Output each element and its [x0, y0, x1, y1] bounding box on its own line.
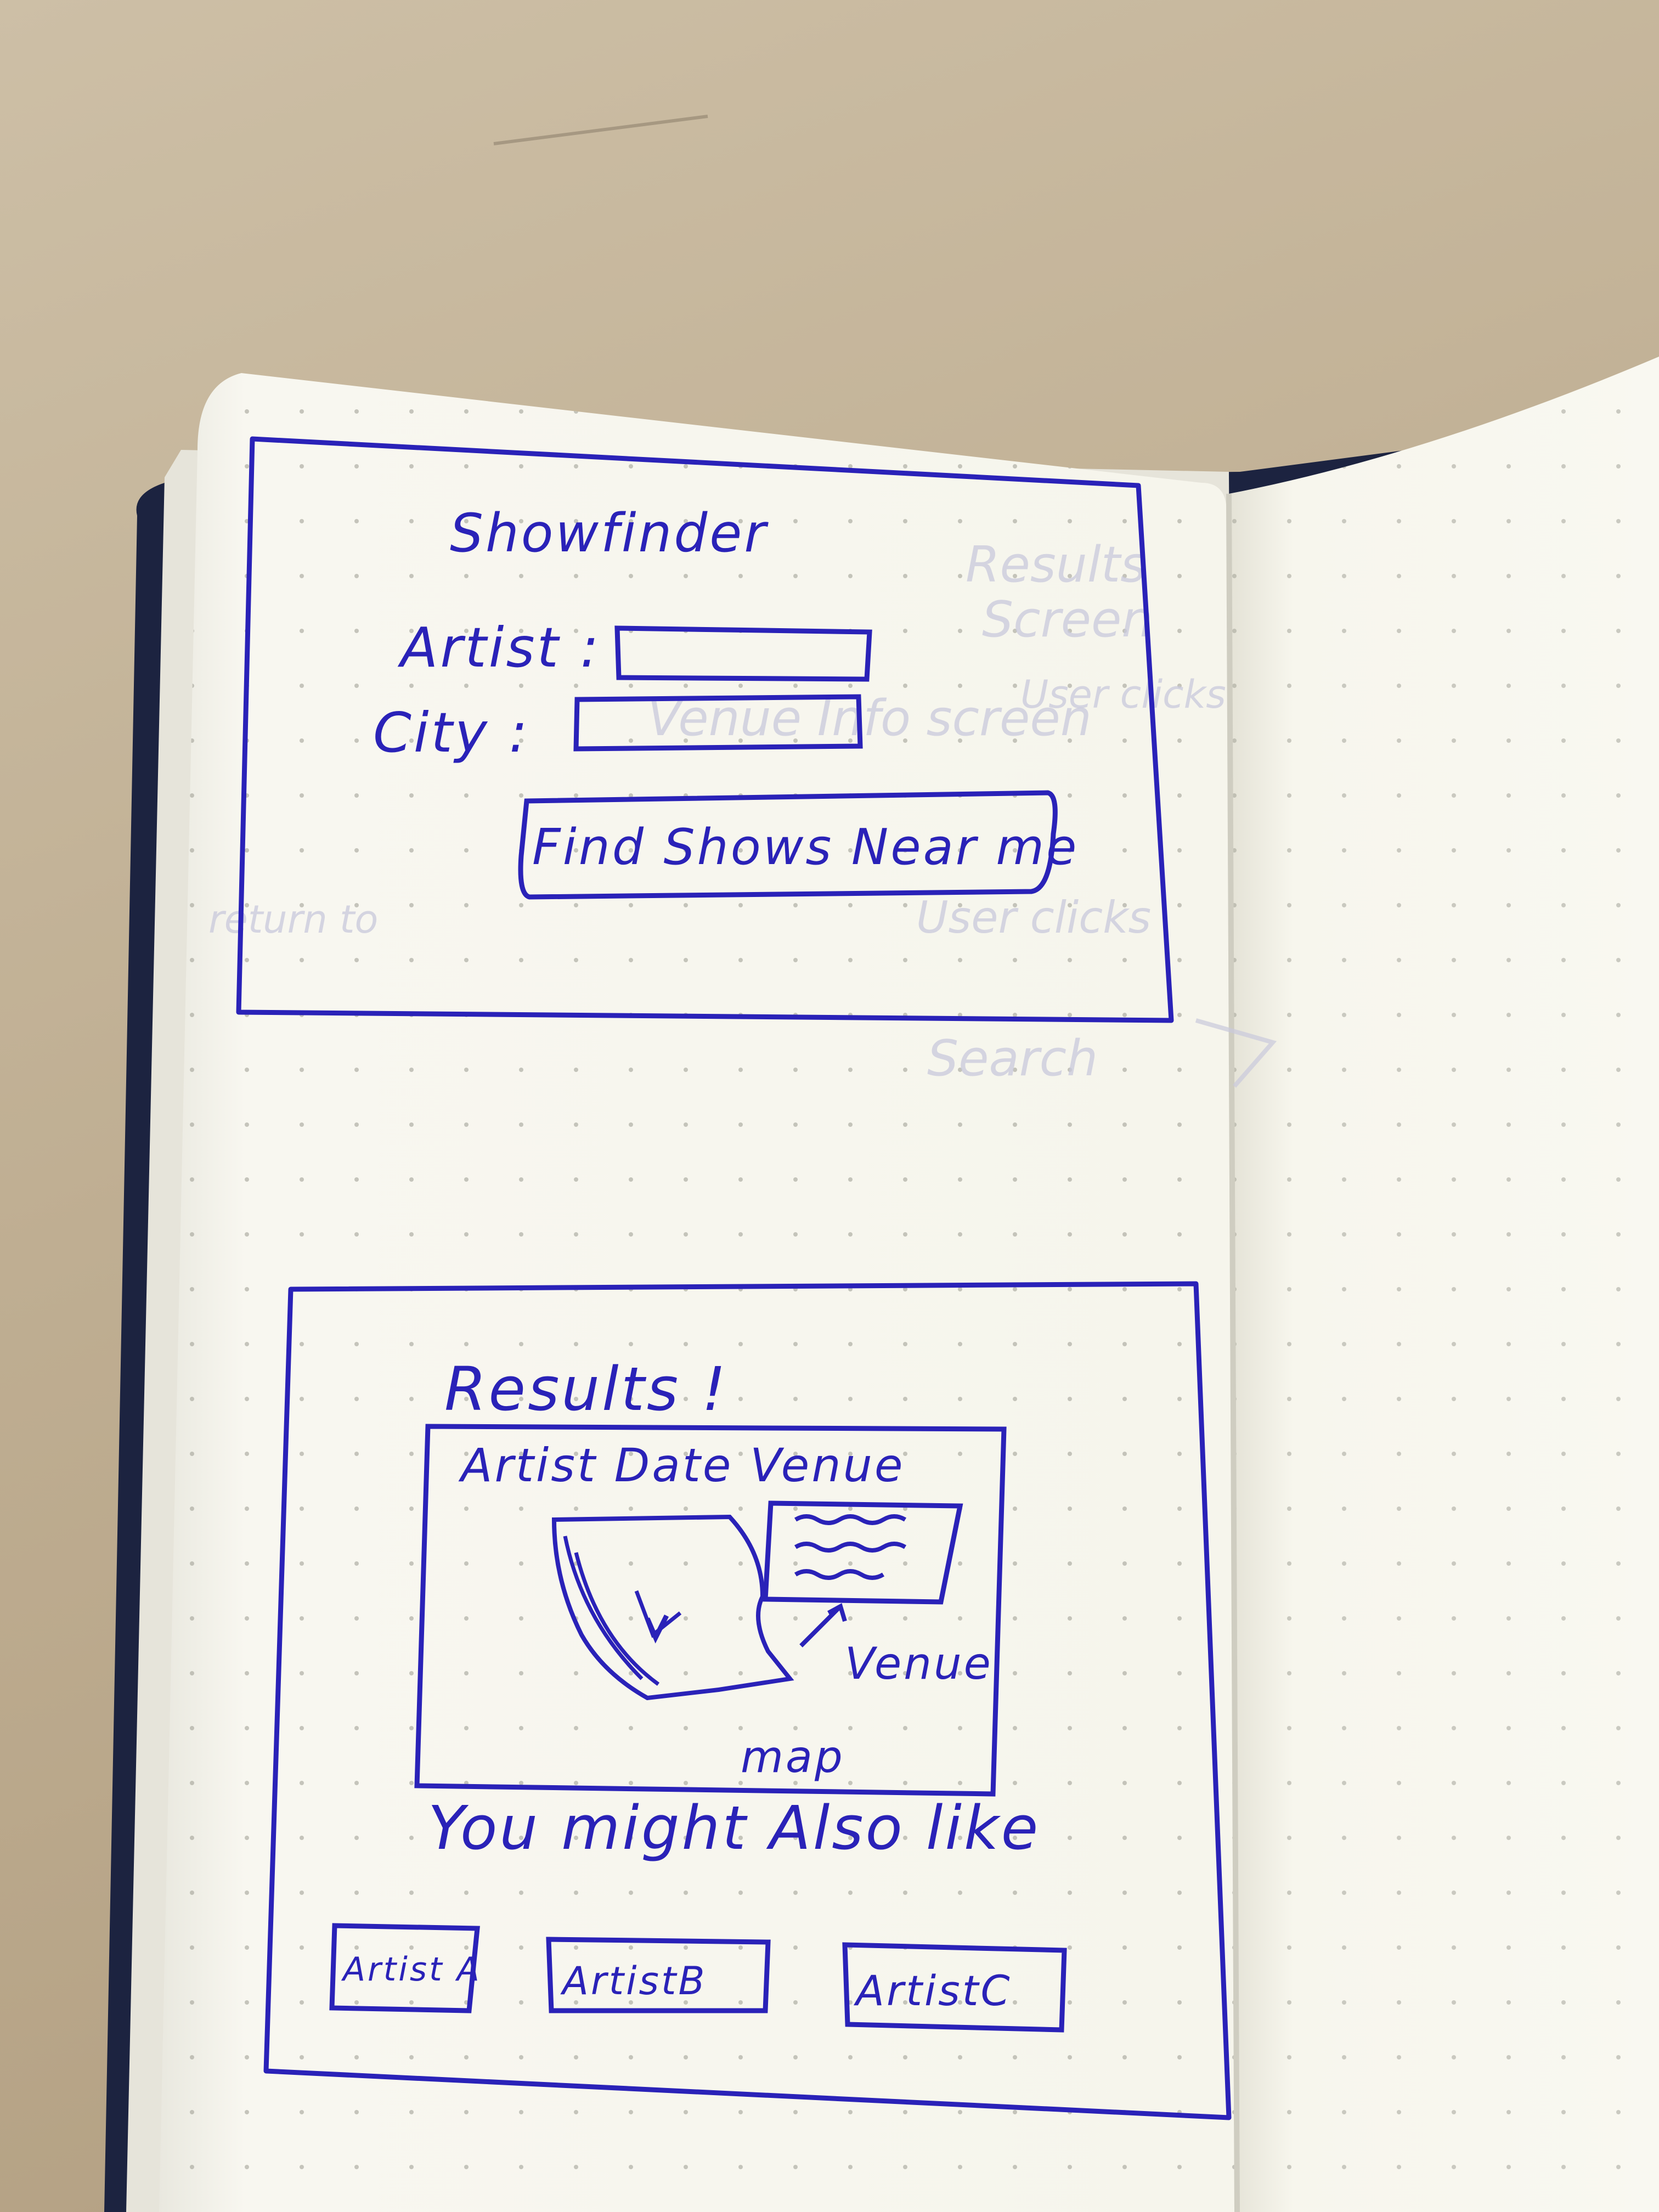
- ghost-note: Results: [966, 536, 1146, 594]
- desk-scratch: [493, 115, 708, 145]
- ghost-note: return to: [208, 897, 378, 942]
- ghost-note: User clicks: [916, 892, 1151, 943]
- venue-label: Venue: [845, 1638, 993, 1689]
- map-label: map: [741, 1731, 845, 1782]
- artist-label: Artist :: [397, 616, 601, 680]
- notebook-photo: Results Screen User clicks Venue Info sc…: [104, 115, 1659, 2212]
- recommendations-heading: You might Also like: [428, 1793, 1040, 1863]
- ghost-note: Search: [927, 1030, 1098, 1087]
- result-card-header: Artist Date Venue: [458, 1438, 905, 1492]
- recommended-artist-label: ArtistB: [560, 1959, 707, 2004]
- results-title: Results !: [444, 1354, 728, 1424]
- city-label: City :: [373, 701, 529, 765]
- find-shows-button-label: Find Shows Near me: [532, 819, 1079, 876]
- ghost-note: Screen: [982, 591, 1153, 648]
- app-title: Showfinder: [450, 503, 769, 564]
- recommended-artist-label: ArtistC: [853, 1966, 1012, 2015]
- recommended-artist-label: Artist A: [341, 1950, 482, 1989]
